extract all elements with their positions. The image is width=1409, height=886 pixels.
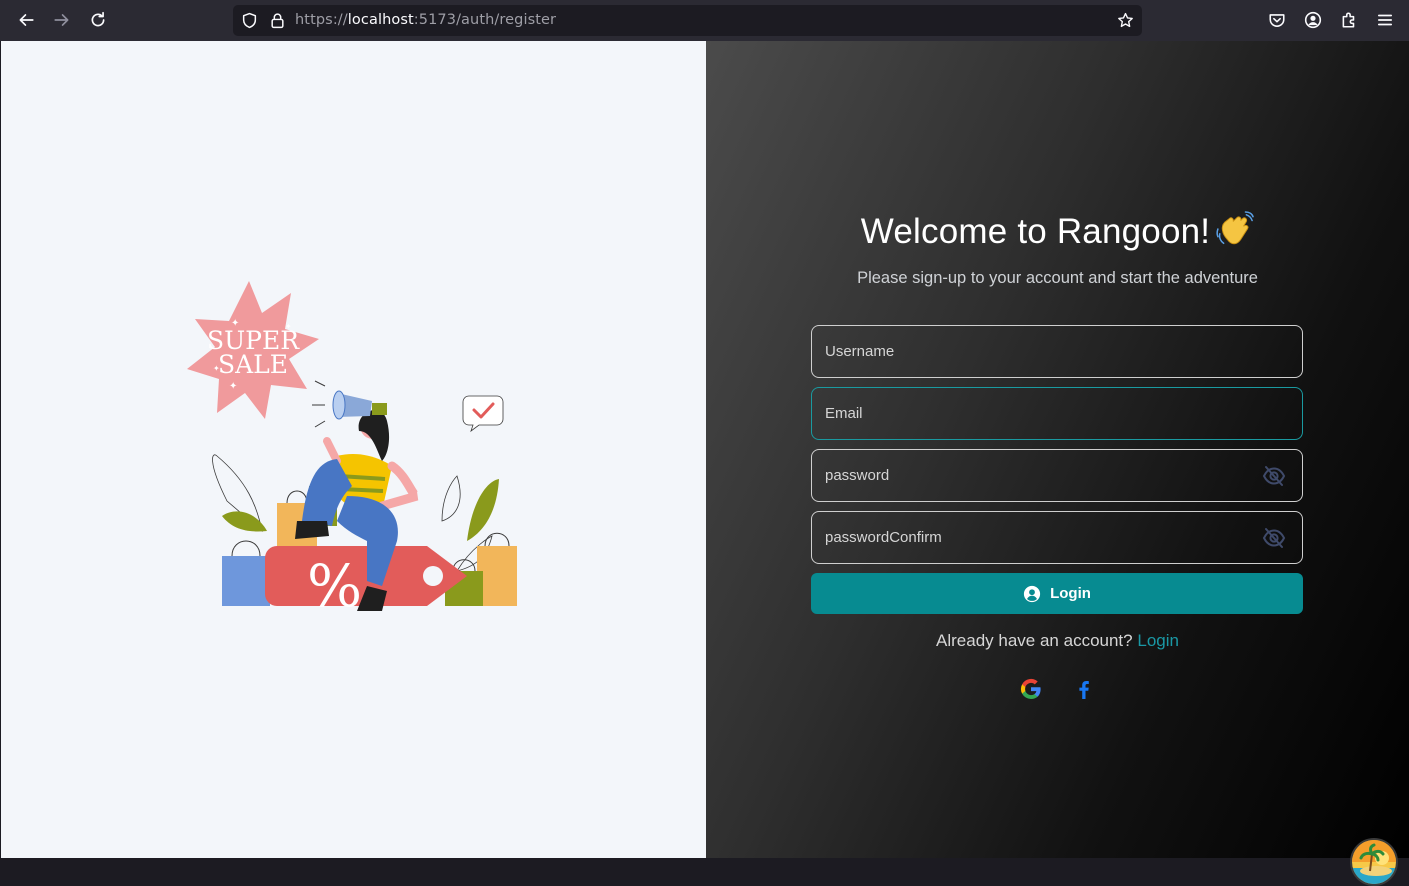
- login-link[interactable]: Login: [1137, 631, 1179, 650]
- url-text[interactable]: https://localhost:5173/auth/register: [295, 12, 556, 28]
- register-page: % SUPER SALE ✦ ✦ ✦ ✦ Welcome to Rangoon!…: [1, 41, 1409, 886]
- account-icon: [1304, 11, 1322, 29]
- lock-icon[interactable]: [269, 12, 286, 29]
- email-field[interactable]: [811, 387, 1303, 440]
- username-field[interactable]: [811, 325, 1303, 378]
- url-path: :5173/auth/register: [413, 12, 557, 28]
- password-field[interactable]: [811, 449, 1303, 502]
- reload-button[interactable]: [84, 6, 112, 34]
- eye-slash-icon[interactable]: [1262, 465, 1286, 487]
- password-input[interactable]: [812, 450, 1302, 501]
- star-icon[interactable]: [1117, 12, 1134, 29]
- svg-text:✦: ✦: [285, 322, 292, 331]
- beach-island-icon: [1352, 840, 1396, 884]
- forward-arrow-icon: [54, 14, 69, 26]
- back-arrow-icon: [19, 14, 34, 26]
- floating-avatar-button[interactable]: [1350, 838, 1398, 886]
- illustration-pane: % SUPER SALE ✦ ✦ ✦ ✦: [1, 41, 706, 858]
- tag-percent-text: %: [307, 552, 362, 611]
- badge-sale-text: SALE: [218, 350, 288, 379]
- extensions-button[interactable]: [1335, 6, 1363, 34]
- app-menu-button[interactable]: [1371, 6, 1399, 34]
- already-text: Already have an account?: [936, 631, 1133, 650]
- waving-hand-icon: [1216, 211, 1255, 245]
- reload-icon: [91, 11, 105, 27]
- user-circle-icon: [1023, 585, 1041, 602]
- browser-toolbar: https://localhost:5173/auth/register: [0, 0, 1409, 41]
- page-subtitle: Please sign-up to your account and start…: [857, 269, 1258, 287]
- address-bar[interactable]: https://localhost:5173/auth/register: [233, 5, 1142, 36]
- already-have-account: Already have an account? Login: [706, 631, 1409, 651]
- back-button[interactable]: [12, 6, 40, 34]
- super-sale-illustration: % SUPER SALE ✦ ✦ ✦ ✦: [187, 281, 517, 611]
- svg-text:✦: ✦: [231, 318, 239, 329]
- username-input[interactable]: [812, 326, 1302, 377]
- url-scheme: https://: [295, 12, 348, 28]
- title-text: Welcome to Rangoon!: [860, 212, 1211, 251]
- facebook-icon[interactable]: [1072, 677, 1096, 701]
- password-confirm-field[interactable]: [811, 511, 1303, 564]
- login-button-label: Login: [1050, 585, 1091, 602]
- extensions-icon: [1342, 12, 1355, 28]
- svg-text:✦: ✦: [229, 381, 237, 392]
- eye-slash-icon[interactable]: [1262, 527, 1286, 549]
- url-host: localhost: [347, 12, 414, 28]
- email-input[interactable]: [812, 388, 1302, 439]
- shield-icon[interactable]: [241, 12, 258, 29]
- menu-icon: [1377, 14, 1393, 26]
- account-button[interactable]: [1299, 6, 1327, 34]
- forward-button[interactable]: [48, 6, 76, 34]
- svg-text:✦: ✦: [213, 364, 220, 373]
- password-confirm-input[interactable]: [812, 512, 1302, 563]
- page-title: Welcome to Rangoon!: [706, 211, 1409, 252]
- pocket-button[interactable]: [1263, 6, 1291, 34]
- register-form-pane: Welcome to Rangoon! Please sign-up to yo…: [706, 41, 1409, 858]
- pocket-icon: [1269, 14, 1285, 27]
- login-button[interactable]: Login: [811, 573, 1303, 614]
- google-icon[interactable]: [1019, 677, 1043, 701]
